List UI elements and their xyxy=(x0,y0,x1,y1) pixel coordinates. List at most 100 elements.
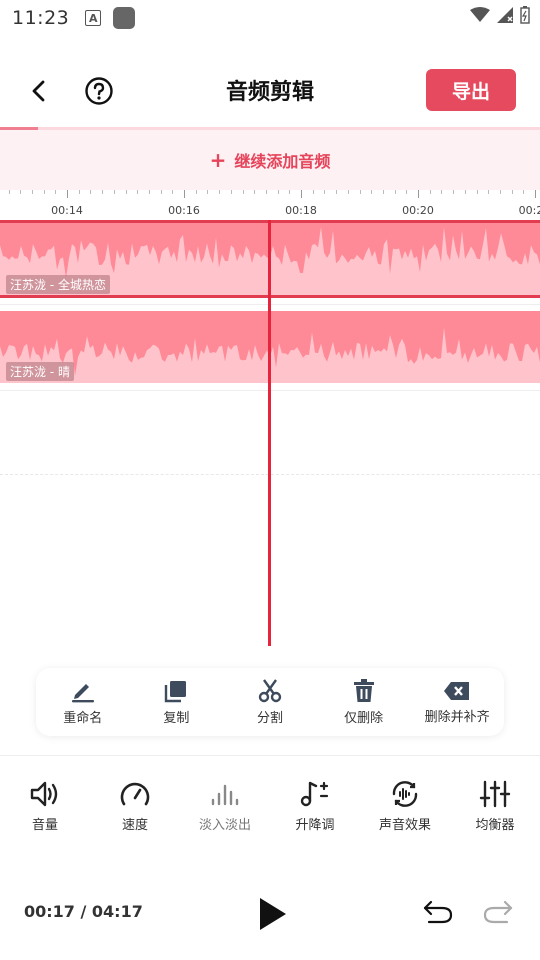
ruler-label: 00:18 xyxy=(285,204,317,217)
ruler-tick xyxy=(149,190,150,194)
ruler-tick xyxy=(114,190,115,194)
ruler-tick xyxy=(90,190,91,194)
ruler-tick xyxy=(102,190,103,194)
effect-label: 速度 xyxy=(121,818,148,833)
backspace-icon xyxy=(444,681,470,700)
ruler-tick xyxy=(418,190,419,198)
ruler-label: 00:2 xyxy=(518,204,540,217)
effect-label: 均衡器 xyxy=(475,818,515,833)
scissors-icon xyxy=(258,678,282,702)
ruler-tick xyxy=(254,190,255,194)
ruler-tick xyxy=(266,190,267,194)
track-name-label: 汪苏泷 - 全城热恋 xyxy=(6,275,110,294)
undo-icon xyxy=(423,900,453,924)
undo-button[interactable] xyxy=(420,896,456,928)
edit-toolbar: 重命名 复制 分割 仅删除 删除并补齐 xyxy=(36,668,504,736)
status-icons xyxy=(470,6,530,24)
volume-button[interactable]: 音量 xyxy=(0,780,90,844)
tool-label: 复制 xyxy=(163,710,190,726)
copy-button[interactable]: 复制 xyxy=(130,668,224,736)
volume-icon xyxy=(30,781,58,807)
effect-label: 声音效果 xyxy=(378,818,431,833)
copy-icon xyxy=(165,680,187,702)
notification-a-icon: A xyxy=(85,10,102,26)
battery-icon xyxy=(520,6,530,24)
redo-icon xyxy=(483,900,513,924)
ruler-tick xyxy=(441,190,442,194)
ruler-tick xyxy=(535,190,536,198)
ruler-tick xyxy=(360,190,361,194)
ruler-tick xyxy=(500,190,501,194)
ruler-tick xyxy=(465,190,466,194)
ruler-tick xyxy=(395,190,396,194)
help-button[interactable] xyxy=(82,74,116,108)
pitch-button[interactable]: 升降调 xyxy=(270,780,360,844)
ruler-tick xyxy=(172,190,173,194)
tool-label: 分割 xyxy=(256,710,283,726)
ruler-tick xyxy=(243,190,244,194)
ruler-label: 00:20 xyxy=(402,204,434,217)
effects-toolbar: 音量 速度 淡入淡出 升降调 声音效果 均衡器 xyxy=(0,780,540,844)
delete-and-fill-button[interactable]: 删除并补齐 xyxy=(410,668,504,736)
play-icon xyxy=(260,898,286,930)
add-audio-label: 继续添加音频 xyxy=(234,152,331,171)
ruler-tick xyxy=(44,190,45,194)
fade-bars-icon xyxy=(211,784,239,806)
speedometer-icon xyxy=(120,782,150,806)
ruler-tick xyxy=(453,190,454,194)
effect-label: 升降调 xyxy=(295,818,335,833)
play-button[interactable] xyxy=(252,894,292,934)
ruler-tick xyxy=(196,190,197,194)
section-divider xyxy=(0,755,540,756)
ruler-tick xyxy=(207,190,208,194)
add-audio-button[interactable]: + 继续添加音频 xyxy=(0,130,540,190)
back-arrow-icon xyxy=(32,80,45,102)
ruler-tick xyxy=(301,190,302,198)
rename-button[interactable]: 重命名 xyxy=(36,668,130,736)
ruler-tick xyxy=(324,190,325,194)
ruler-tick xyxy=(9,190,10,194)
ruler-tick xyxy=(278,190,279,194)
ruler-label: 00:14 xyxy=(51,204,83,217)
ruler-tick xyxy=(313,190,314,194)
ruler-tick xyxy=(406,190,407,194)
plus-icon: + xyxy=(209,148,227,172)
ruler-tick xyxy=(161,190,162,194)
ruler-tick xyxy=(383,190,384,194)
ruler-tick xyxy=(219,190,220,194)
speed-button[interactable]: 速度 xyxy=(90,780,180,844)
ruler-label: 00:16 xyxy=(168,204,200,217)
playback-bar: 00:17 / 04:17 xyxy=(0,880,540,944)
ruler-tick xyxy=(348,190,349,194)
ruler-tick xyxy=(55,190,56,194)
ruler-tick xyxy=(488,190,489,194)
status-time: 11:23 xyxy=(12,7,70,29)
trash-icon xyxy=(353,678,374,702)
ruler-tick xyxy=(512,190,513,194)
fade-button[interactable]: 淡入淡出 xyxy=(180,780,270,844)
tool-label: 重命名 xyxy=(63,710,103,726)
ruler-tick xyxy=(289,190,290,194)
effect-label: 音量 xyxy=(31,818,58,833)
sound-effect-icon xyxy=(392,781,418,807)
tool-label: 删除并补齐 xyxy=(424,709,490,725)
ruler-tick xyxy=(184,190,185,198)
equalizer-icon xyxy=(479,780,511,808)
sound-effect-button[interactable]: 声音效果 xyxy=(360,780,450,844)
split-button[interactable]: 分割 xyxy=(223,668,317,736)
redo-button[interactable] xyxy=(480,896,516,928)
delete-only-button[interactable]: 仅删除 xyxy=(317,668,411,736)
status-bar: 11:23 A xyxy=(0,0,540,36)
back-button[interactable] xyxy=(22,74,56,108)
top-bar: 音频剪辑 导出 xyxy=(0,62,540,118)
equalizer-button[interactable]: 均衡器 xyxy=(450,780,540,844)
export-button[interactable]: 导出 xyxy=(426,69,516,111)
playback-time: 00:17 / 04:17 xyxy=(24,902,143,921)
ruler-tick xyxy=(477,190,478,194)
signal-icon xyxy=(497,7,513,23)
ruler-tick xyxy=(137,190,138,194)
pencil-icon xyxy=(71,683,94,702)
ruler-tick xyxy=(126,190,127,194)
timeline-ruler[interactable]: 00:14 00:16 00:18 00:20 00:2 xyxy=(0,190,540,220)
playhead[interactable] xyxy=(268,220,271,646)
